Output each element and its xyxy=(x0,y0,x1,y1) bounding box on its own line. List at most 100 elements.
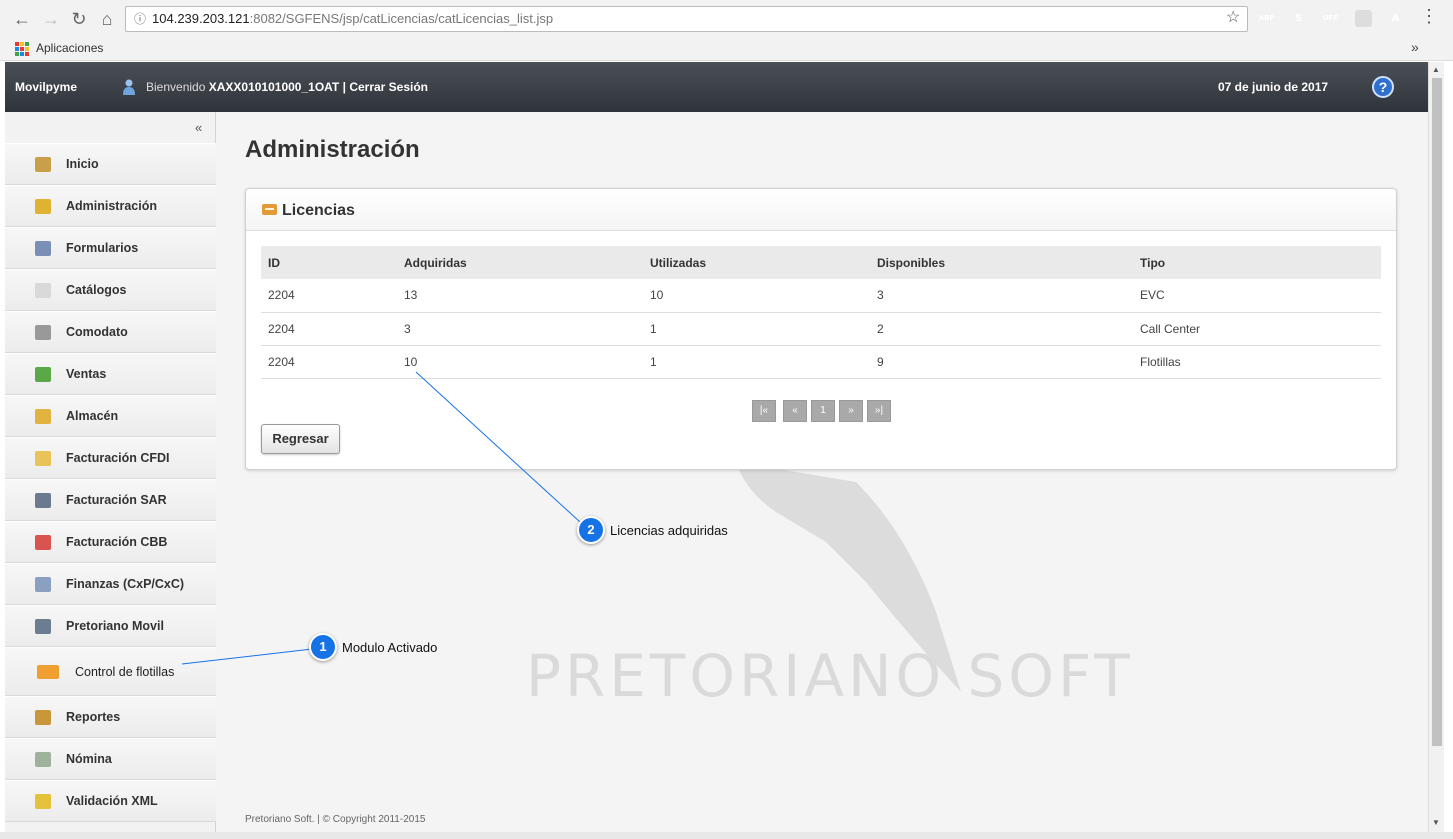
catalog-icon xyxy=(35,283,51,298)
apps-grid-icon[interactable] xyxy=(15,42,29,56)
scroll-up-icon[interactable]: ▲ xyxy=(1432,65,1440,74)
back-arrow-icon[interactable]: ← xyxy=(11,8,33,30)
table-cell: Call Center xyxy=(1133,312,1381,346)
off-extension-icon[interactable]: OFF xyxy=(1322,10,1339,27)
truck-icon xyxy=(37,665,59,679)
brand-name[interactable]: Movilpyme xyxy=(15,80,77,94)
table-cell: EVC xyxy=(1133,279,1381,313)
bookmark-star-icon[interactable]: ☆ xyxy=(1226,7,1240,27)
table-row[interactable]: 2204 10 1 9 Flotillas xyxy=(261,345,1381,379)
pdf-icon[interactable]: A xyxy=(1387,10,1404,27)
callout-text-1: Modulo Activado xyxy=(342,640,438,655)
forward-arrow-icon[interactable]: → xyxy=(40,8,62,30)
sidebar-menu: Inicio Administración Formularios Catálogos… xyxy=(5,143,216,822)
collapse-sidebar-icon[interactable]: « xyxy=(195,120,202,135)
table-cell: 3 xyxy=(397,312,643,346)
welcome-text: Bienvenido XAXX010101000_1OAT | Cerrar S… xyxy=(146,80,428,94)
more-bookmarks-icon[interactable]: » xyxy=(1411,39,1419,55)
back-button[interactable]: Regresar xyxy=(261,424,340,454)
sidebar-item[interactable]: Catálogos xyxy=(5,269,216,311)
sidebar-item-label: Comodato xyxy=(66,325,128,339)
sidebar-item[interactable]: Control de flotillas xyxy=(5,647,216,696)
callout-badge-1: 1 xyxy=(309,633,337,661)
current-date: 07 de junio de 2017 xyxy=(1218,80,1329,94)
admin-icon xyxy=(35,199,51,214)
sidebar-item-label: Catálogos xyxy=(66,283,127,297)
page-scrollbar[interactable]: ▲ ▼ xyxy=(1428,62,1444,832)
table-row[interactable]: 2204 3 1 2 Call Center xyxy=(261,312,1381,346)
sidebar-item[interactable]: Finanzas (CxP/CxC) xyxy=(5,563,216,605)
sidebar-item-label: Ventas xyxy=(66,367,107,381)
table-cell: 10 xyxy=(397,345,643,379)
first-page-button[interactable]: |« xyxy=(752,400,776,422)
table-cell: 2204 xyxy=(261,345,397,379)
table-cell: 2 xyxy=(870,312,1133,346)
sidebar-item[interactable]: Facturación CBB xyxy=(5,521,216,563)
comodato-icon xyxy=(35,325,51,340)
adblock-plus-icon[interactable]: ABP xyxy=(1258,10,1275,27)
extension-icon[interactable] xyxy=(1355,10,1372,27)
forms-icon xyxy=(35,241,51,256)
sidebar-item[interactable]: Reportes xyxy=(5,696,216,738)
scroll-thumb[interactable] xyxy=(1432,78,1442,746)
warehouse-icon xyxy=(35,409,51,424)
col-header-type[interactable]: Tipo xyxy=(1133,246,1381,279)
page-1-button[interactable]: 1 xyxy=(811,400,835,422)
table-cell: 10 xyxy=(643,279,870,313)
bookmarks-bar: Aplicaciones » xyxy=(0,38,1453,61)
callout-badge-2: 2 xyxy=(577,516,605,544)
sidebar-item-label: Reportes xyxy=(66,710,121,724)
col-header-used[interactable]: Utilizadas xyxy=(643,246,870,279)
invoice-cbb-icon xyxy=(35,535,51,550)
sidebar-item[interactable]: Administración xyxy=(5,185,216,227)
last-page-button[interactable]: »| xyxy=(867,400,891,422)
callout-text-2: Licencias adquiridas xyxy=(610,523,728,538)
apps-bookmark[interactable]: Aplicaciones xyxy=(36,41,103,55)
table-cell: 9 xyxy=(870,345,1133,379)
skype-icon[interactable]: S xyxy=(1290,10,1307,27)
sidebar-item[interactable]: Pretoriano Movil xyxy=(5,605,216,647)
sidebar-item-label: Control de flotillas xyxy=(75,665,175,679)
logout-link[interactable]: Cerrar Sesión xyxy=(349,80,428,94)
browser-menu-icon[interactable]: ⋮ xyxy=(1420,6,1438,27)
sidebar-item-label: Administración xyxy=(66,199,157,213)
sidebar: « Inicio Administración Formularios Catálog… xyxy=(5,112,216,832)
sidebar-item[interactable]: Facturación CFDI xyxy=(5,437,216,479)
col-header-available[interactable]: Disponibles xyxy=(870,246,1133,279)
reports-icon xyxy=(35,710,51,725)
prev-page-button[interactable]: « xyxy=(783,400,807,422)
sidebar-item[interactable]: Comodato xyxy=(5,311,216,353)
sidebar-item[interactable]: Nómina xyxy=(5,738,216,780)
page-title: Administración xyxy=(245,136,420,163)
licenses-panel: Licencias ID Adquiridas Utilizadas Dispo… xyxy=(245,188,1397,470)
table-cell: 1 xyxy=(643,312,870,346)
reload-icon[interactable]: ↻ xyxy=(68,8,90,30)
help-icon[interactable]: ? xyxy=(1372,76,1394,98)
sidebar-item[interactable]: Inicio xyxy=(5,143,216,185)
sidebar-item[interactable]: Facturación SAR xyxy=(5,479,216,521)
info-icon[interactable]: ⓘ xyxy=(134,12,146,26)
sidebar-item[interactable]: Formularios xyxy=(5,227,216,269)
table-cell: 1 xyxy=(643,345,870,379)
browser-toolbar: ← → ↻ ⌂ ⓘ 104.239.203.121:8082/SGFENS/jsp… xyxy=(0,0,1453,38)
sidebar-item[interactable]: Almacén xyxy=(5,395,216,437)
sidebar-item-label: Inicio xyxy=(66,157,99,171)
sidebar-item-label: Facturación CFDI xyxy=(66,451,170,465)
next-page-button[interactable]: » xyxy=(839,400,863,422)
invoice-sar-icon xyxy=(35,493,51,508)
user-icon xyxy=(123,79,135,95)
license-icon xyxy=(262,204,277,215)
col-header-id[interactable]: ID xyxy=(261,246,397,279)
panel-title: Licencias xyxy=(282,202,355,219)
sidebar-item[interactable]: Validación XML xyxy=(5,780,216,822)
licenses-table: ID Adquiridas Utilizadas Disponibles Tip… xyxy=(261,246,1381,379)
address-bar[interactable]: ⓘ 104.239.203.121:8082/SGFENS/jsp/catLice… xyxy=(125,6,1248,32)
sidebar-item[interactable]: Ventas xyxy=(5,353,216,395)
main-content: PRETORIANO SOFT Administración Licencias… xyxy=(216,112,1428,832)
col-header-acquired[interactable]: Adquiridas xyxy=(397,246,643,279)
home-page-icon[interactable]: ⌂ xyxy=(96,8,118,30)
scroll-down-icon[interactable]: ▼ xyxy=(1432,818,1440,827)
table-row[interactable]: 2204 13 10 3 EVC xyxy=(261,279,1381,313)
mobile-icon xyxy=(35,619,51,634)
watermark-text: PRETORIANO SOFT xyxy=(526,642,1134,710)
